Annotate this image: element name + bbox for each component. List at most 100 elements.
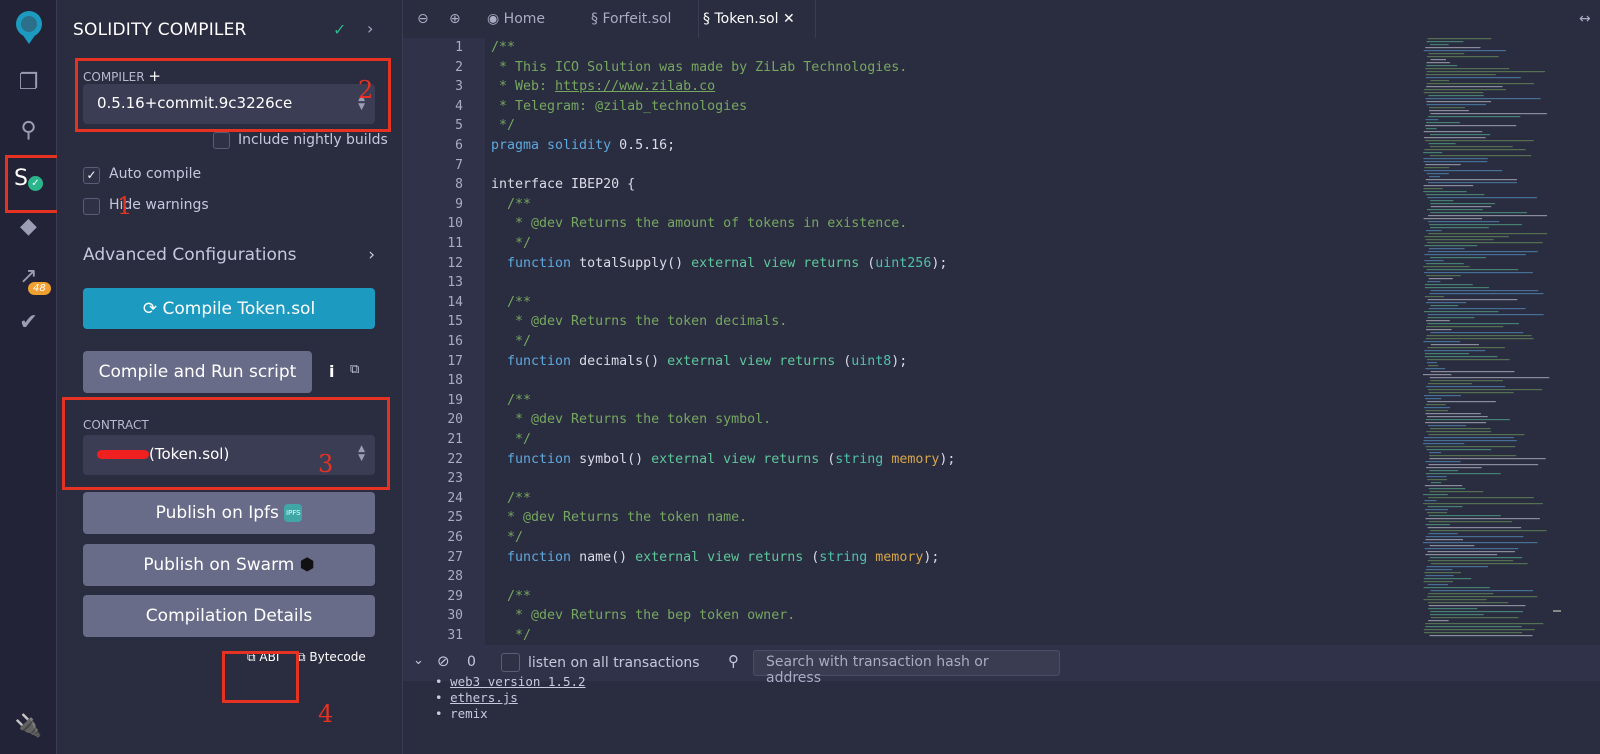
- code-token: * @dev Returns the token name.: [491, 510, 748, 526]
- auto-compile-checkbox[interactable]: ✓: [83, 167, 100, 184]
- code-token: function: [491, 451, 580, 467]
- code-token: uint256: [875, 255, 932, 271]
- editor-tabs: ⊖ ⊕ ◉ Home § Forfeit.sol § Token.sol ✕ ↔: [403, 0, 1600, 38]
- code-line: */: [491, 432, 531, 447]
- code-line: * Web: https://www.zilab.co: [491, 79, 715, 94]
- minimap-line: [1424, 311, 1499, 313]
- minimap-line: [1425, 404, 1446, 406]
- compilation-details-button[interactable]: Compilation Details: [83, 595, 375, 637]
- code-token: */: [491, 530, 524, 545]
- minimap-line: [1430, 290, 1539, 292]
- editor-scrollbar[interactable]: [1553, 610, 1561, 612]
- minimap-line: [1426, 173, 1449, 175]
- minimap-line: [1428, 620, 1449, 622]
- minimap-line: [1425, 413, 1481, 415]
- minimap-line: [1428, 515, 1501, 517]
- include-nightly-checkbox[interactable]: [213, 132, 230, 149]
- tab-token-sol[interactable]: § Token.sol ✕: [703, 0, 795, 38]
- info-icon[interactable]: i: [329, 362, 334, 381]
- code-line: * @dev Returns the bep token owner.: [491, 608, 795, 623]
- collapse-chevron-icon[interactable]: ›: [367, 19, 373, 38]
- transaction-search-input[interactable]: Search with transaction hash or address: [753, 650, 1060, 686]
- annotation-box-1: [5, 155, 63, 213]
- close-tab-icon[interactable]: ✕: [783, 11, 795, 27]
- code-line: * Telegram: @zilab_technologies: [491, 99, 747, 114]
- minimap-line: [1424, 350, 1486, 352]
- code-token: /**: [491, 40, 516, 55]
- minimap-line: [1428, 593, 1494, 595]
- hide-warnings-checkbox[interactable]: [83, 198, 100, 215]
- minimap-line: [1425, 446, 1516, 448]
- minimap-line: [1424, 254, 1526, 256]
- line-number: 17: [447, 353, 463, 369]
- code-token: function: [491, 353, 580, 369]
- code-token: */: [491, 334, 532, 349]
- minimap-line: [1426, 431, 1491, 433]
- collapse-terminal-icon[interactable]: ⌄: [413, 653, 424, 668]
- code-token: );: [939, 451, 956, 467]
- minimap-line: [1429, 428, 1491, 430]
- log-link[interactable]: web3 version 1.5.2: [450, 674, 585, 689]
- minimap-line: [1424, 149, 1526, 151]
- minimap-line: [1425, 518, 1540, 520]
- minimap-line: [1426, 512, 1448, 514]
- minimap-line: [1423, 152, 1443, 154]
- code-token: );: [923, 549, 940, 565]
- minimap-line: [1430, 305, 1458, 307]
- deploy-run-icon[interactable]: ◆: [0, 214, 57, 239]
- minimap-line: [1428, 608, 1478, 610]
- log-link[interactable]: ethers.js: [450, 690, 518, 705]
- compile-button[interactable]: ⟳ Compile Token.sol: [83, 288, 375, 329]
- line-number: 14: [447, 294, 463, 310]
- advanced-configurations-toggle[interactable]: Advanced Configurations ›: [83, 245, 375, 265]
- line-number: 10: [447, 216, 463, 232]
- minimap-line: [1424, 236, 1509, 238]
- copy-bytecode-button[interactable]: ⧉ Bytecode: [297, 650, 366, 665]
- minimap-line: [1428, 308, 1526, 310]
- minimap-line: [1425, 410, 1449, 412]
- minimap-line: [1425, 461, 1461, 463]
- file-explorer-icon[interactable]: ❐: [0, 70, 57, 95]
- minimap-line: [1425, 626, 1522, 628]
- log-item: • web3 version 1.5.2: [435, 674, 586, 689]
- minimap-line: [1426, 566, 1489, 568]
- minimap-line: [1426, 41, 1464, 43]
- code-line: * @dev Returns the amount of tokens in e…: [491, 216, 907, 231]
- publish-ipfs-button[interactable]: Publish on Ipfs IPFS: [83, 492, 375, 534]
- listen-all-checkbox[interactable]: [501, 653, 520, 672]
- minimap-line: [1426, 104, 1487, 106]
- chevron-right-icon: ›: [368, 245, 375, 265]
- minimap-line: [1424, 287, 1489, 289]
- tab-forfeit-sol[interactable]: § Forfeit.sol: [591, 0, 671, 38]
- line-number: 21: [447, 432, 463, 447]
- compile-run-script-button[interactable]: Compile and Run script: [83, 351, 312, 393]
- line-number: 30: [447, 608, 463, 624]
- minimap-line: [1430, 530, 1547, 532]
- line-number: 31: [447, 628, 463, 643]
- tab-home[interactable]: ◉ Home: [487, 0, 545, 38]
- minimap-line: [1428, 116, 1521, 118]
- minimap-line: [1427, 197, 1537, 199]
- clear-console-icon[interactable]: ⊘: [437, 652, 450, 670]
- minimap-line: [1428, 182, 1517, 184]
- expand-icon[interactable]: ↔: [1579, 0, 1591, 38]
- remix-logo-icon[interactable]: [0, 8, 57, 54]
- line-number: 6: [455, 138, 463, 153]
- unit-test-icon[interactable]: ✔: [0, 310, 57, 335]
- zoom-out-icon[interactable]: ⊖: [417, 0, 429, 38]
- line-number: 26: [447, 530, 463, 545]
- line-number: 16: [447, 334, 463, 349]
- copy-icon[interactable]: ⧉: [350, 362, 359, 377]
- code-token: totalSupply(): [579, 255, 692, 271]
- zoom-in-icon[interactable]: ⊕: [449, 0, 461, 38]
- minimap-line: [1429, 455, 1517, 457]
- plugin-manager-icon[interactable]: 🔌: [0, 714, 57, 739]
- minimap[interactable]: [1423, 38, 1558, 638]
- publish-swarm-button[interactable]: Publish on Swarm ⬢: [83, 544, 375, 586]
- minimap-line: [1427, 281, 1441, 283]
- search-icon[interactable]: ⚲: [0, 118, 57, 143]
- code-token: external view returns: [635, 549, 812, 565]
- minimap-line: [1425, 302, 1467, 304]
- minimap-line: [1427, 506, 1463, 508]
- minimap-line: [1429, 134, 1491, 136]
